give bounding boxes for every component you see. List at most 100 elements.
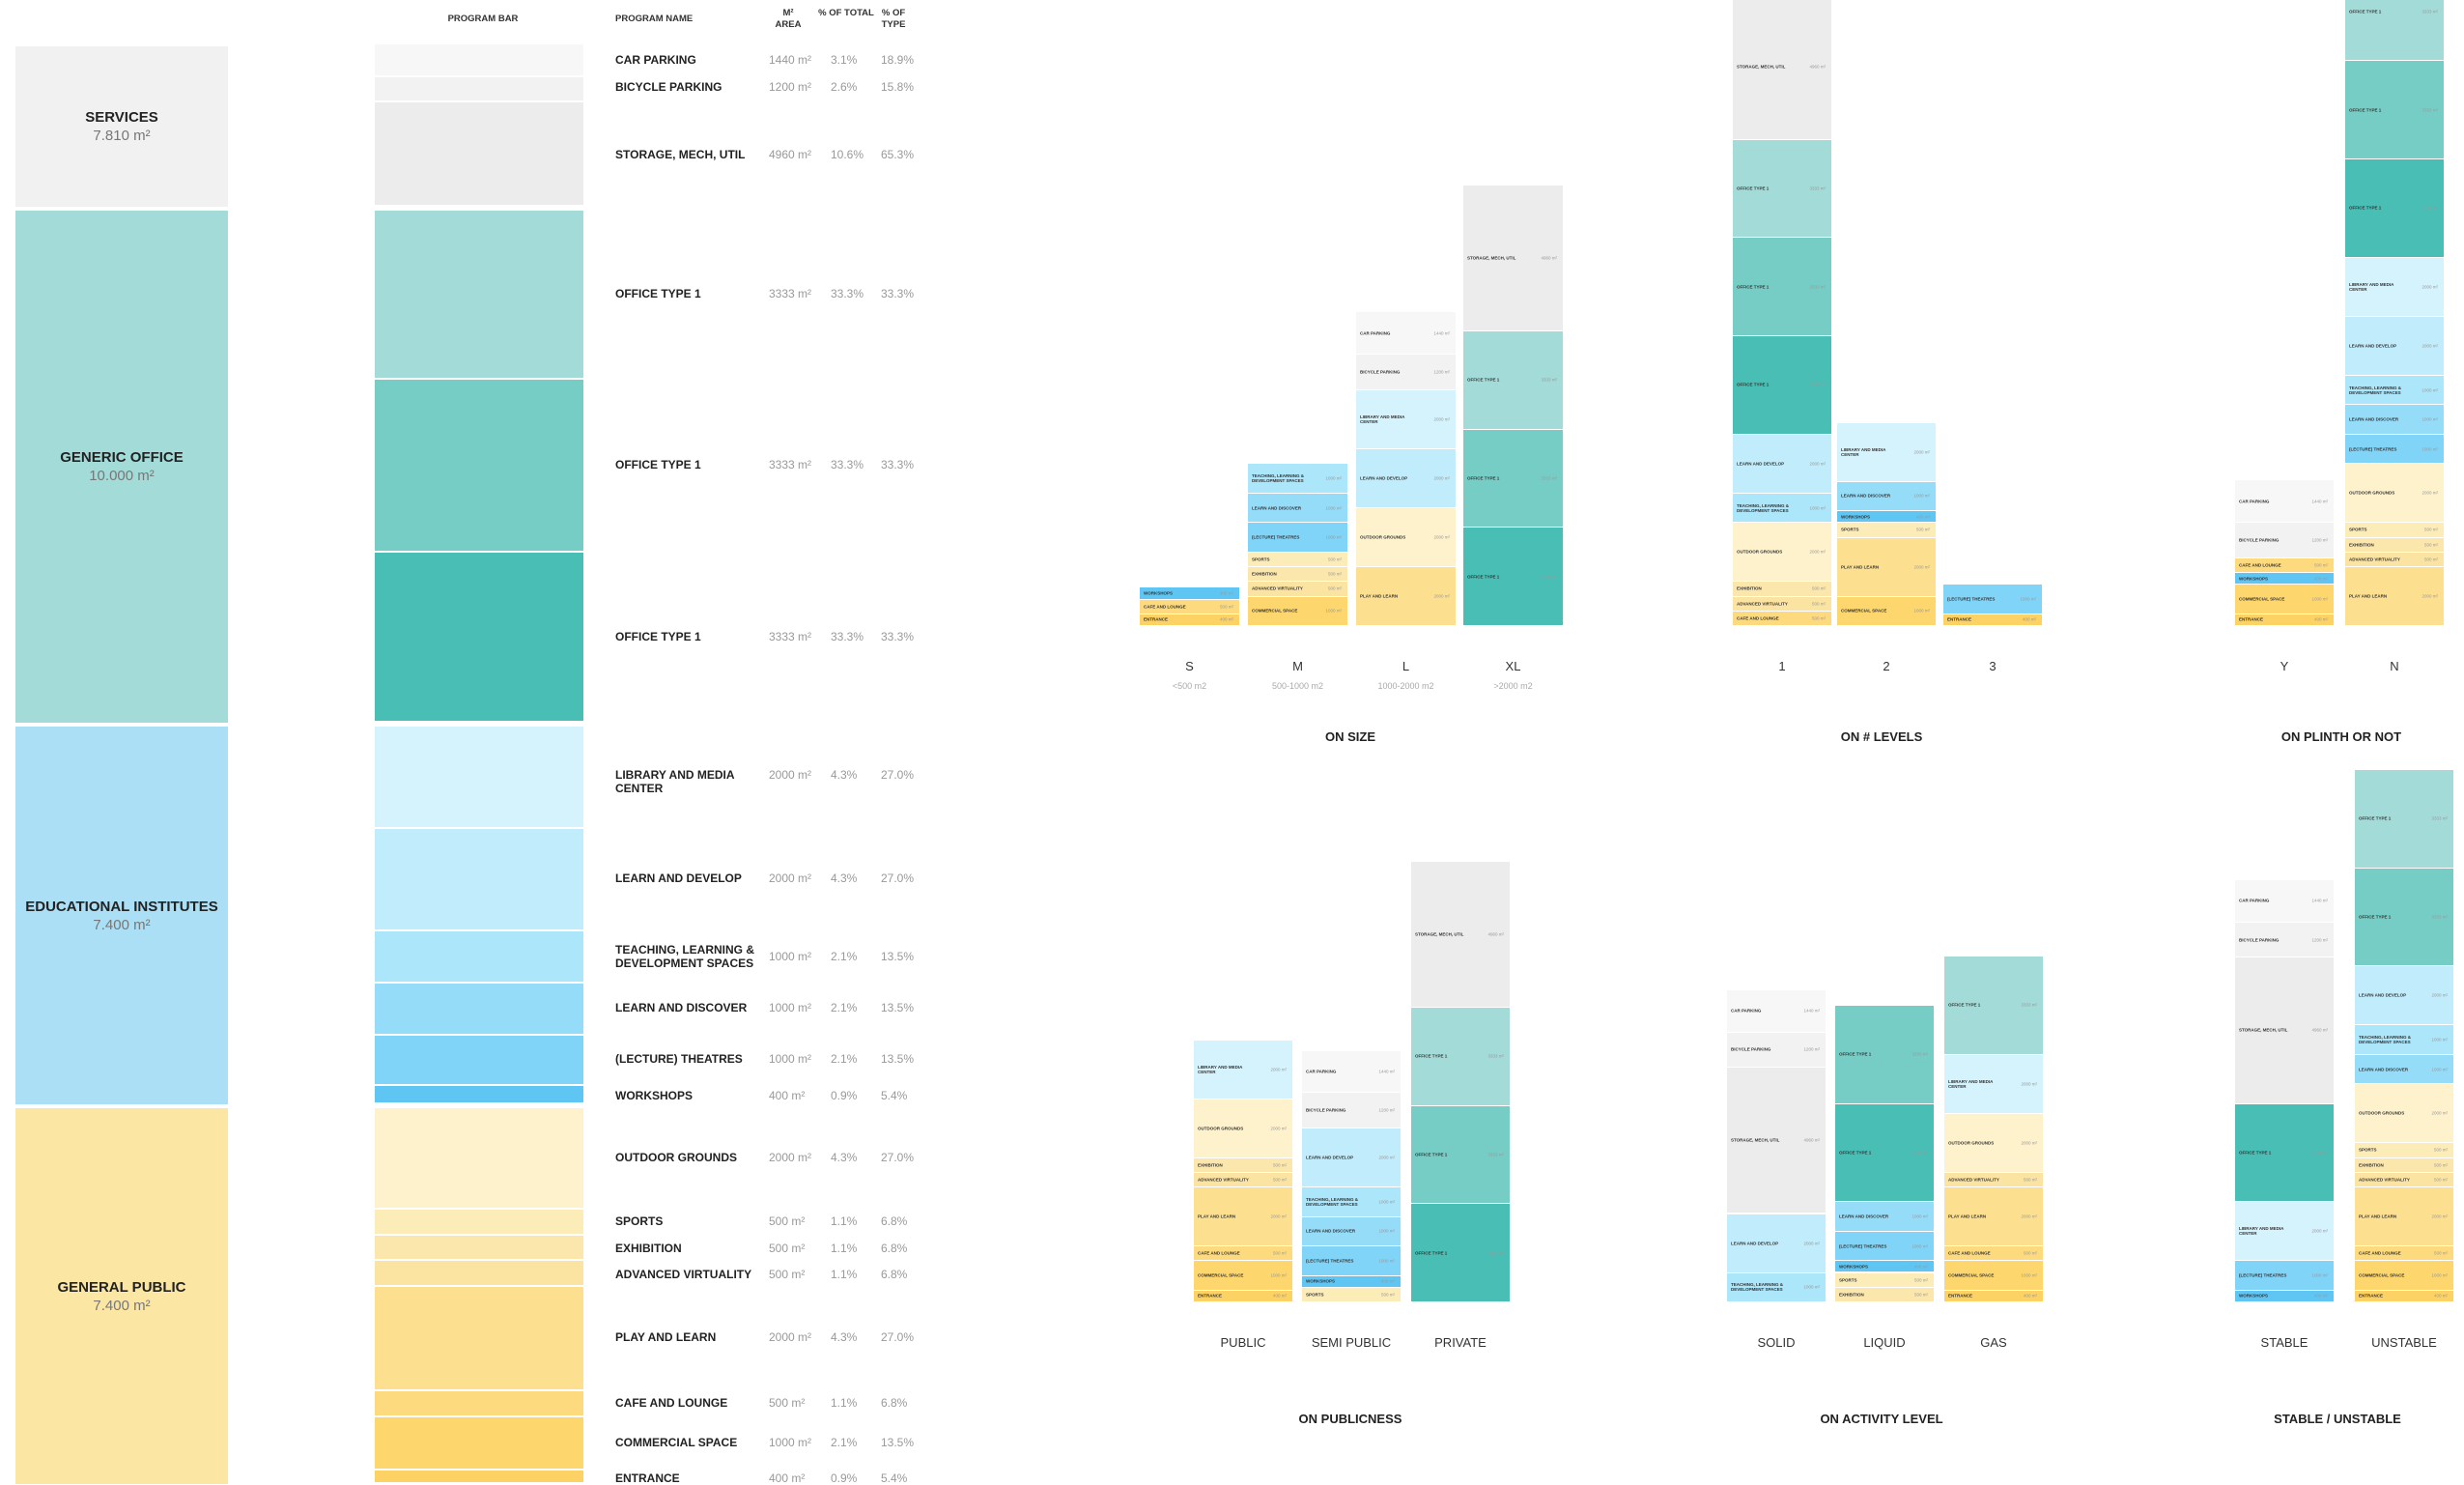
diagram-segment: EXHIBITION 500 m² xyxy=(1835,1287,1934,1302)
program-bar-segment xyxy=(375,1210,583,1234)
diagram-segment-area: 3333 m² xyxy=(2422,9,2438,14)
diagram-segment-area: 1000 m² xyxy=(2422,416,2438,422)
diagram-segment-label: TEACHING, LEARNING & DEVELOPMENT SPACES xyxy=(2349,385,2401,395)
program-bar-segment xyxy=(375,1036,583,1084)
diagram-segment: STORAGE, MECH, UTIL 4960 m² xyxy=(2235,957,2334,1104)
diagram-segment-label: CAFE AND LOUNGE xyxy=(1737,615,1779,621)
program-area: 2000 m² xyxy=(769,1151,812,1164)
diagram-segment: WORKSHOPS 400 m² xyxy=(1837,511,1936,524)
diagram-segment-area: 2000 m² xyxy=(1433,534,1450,540)
diagram-segment: CAR PARKING 1440 m² xyxy=(2235,480,2334,524)
diagram-segment-label: (LECTURE) THEATRES xyxy=(1306,1258,1354,1264)
diagram-segment-area: 3333 m² xyxy=(1809,382,1826,387)
diagram-segment: BICYCLE PARKING 1200 m² xyxy=(1356,355,1456,390)
diagram-segment: PLAY AND LEARN 2000 m² xyxy=(1356,567,1456,626)
diagram-segment: COMMERCIAL SPACE 1000 m² xyxy=(2235,585,2334,614)
diagram-segment: PLAY AND LEARN 2000 m² xyxy=(2355,1187,2453,1247)
diagram-segment-area: 400 m² xyxy=(1272,1293,1287,1299)
diagram-segment: LEARN AND DISCOVER 1000 m² xyxy=(2355,1054,2453,1085)
diagram-segment-area: 400 m² xyxy=(1219,616,1233,622)
program-pct-type: 33.3% xyxy=(881,458,915,471)
diagram-segment: STORAGE, MECH, UTIL 4960 m² xyxy=(1727,1068,1826,1214)
category-block: EDUCATIONAL INSTITUTES 7.400 m² xyxy=(15,727,228,1104)
diagram-segment: LIBRARY AND MEDIA CENTER 2000 m² xyxy=(1944,1054,2043,1114)
diagram-segment-label: OFFICE TYPE 1 xyxy=(1415,1250,1448,1256)
diagram-segment-area: 1200 m² xyxy=(1433,369,1450,375)
program-pct-type: 5.4% xyxy=(881,1471,908,1485)
diagram-segment: TEACHING, LEARNING & DEVELOPMENT SPACES 1… xyxy=(1302,1187,1401,1217)
program-pct-total: 4.3% xyxy=(831,1330,858,1344)
category-block: GENERIC OFFICE 10.000 m² xyxy=(15,211,228,723)
diagram-segment-label: EXHIBITION xyxy=(1198,1162,1223,1168)
diagram-segment-label: LEARN AND DISCOVER xyxy=(1841,493,1891,499)
diagram-segment-area: 4960 m² xyxy=(1809,64,1826,70)
program-name: OFFICE TYPE 1 xyxy=(615,630,701,643)
diagram-segment-area: 1000 m² xyxy=(2431,1067,2448,1072)
diagram-column-label: XL xyxy=(1505,659,1521,673)
program-name: CAFE AND LOUNGE xyxy=(615,1396,728,1410)
category-area: 10.000 m² xyxy=(89,468,155,484)
program-name: BICYCLE PARKING xyxy=(615,80,722,94)
diagram-segment: OUTDOOR GROUNDS 2000 m² xyxy=(2345,464,2444,524)
diagram-segment-label: CAFE AND LOUNGE xyxy=(1948,1250,1991,1256)
program-pct-total: 1.1% xyxy=(831,1268,858,1281)
diagram-segment-label: OFFICE TYPE 1 xyxy=(2349,9,2382,14)
diagram-segment-label: CAFE AND LOUNGE xyxy=(2359,1250,2401,1256)
diagram-segment-label: OFFICE TYPE 1 xyxy=(1737,382,1770,387)
diagram-segment: OFFICE TYPE 1 3333 m² xyxy=(1733,238,1831,337)
diagram-segment-label: WORKSHOPS xyxy=(2239,576,2269,582)
diagram-segment-label: STORAGE, MECH, UTIL xyxy=(1731,1137,1780,1143)
diagram-segment: OFFICE TYPE 1 3333 m² xyxy=(1463,331,1563,430)
program-bar-segment xyxy=(375,211,583,378)
diagram-segment-area: 3333 m² xyxy=(1541,574,1557,580)
diagram-segment: LIBRARY AND MEDIA CENTER 2000 m² xyxy=(1194,1040,1292,1099)
program-name: CAR PARKING xyxy=(615,53,696,67)
diagram-segment-area: 1000 m² xyxy=(2021,1272,2037,1278)
diagram-segment: OFFICE TYPE 1 3333 m² xyxy=(1411,1008,1510,1106)
diagram-segment-area: 1440 m² xyxy=(2311,499,2328,504)
diagram-segment: CAFE AND LOUNGE 500 m² xyxy=(1733,611,1831,626)
diagram-segment-area: 1440 m² xyxy=(1378,1069,1395,1074)
category-name: EDUCATIONAL INSTITUTES xyxy=(25,898,218,915)
diagram-segment-label: ADVANCED VIRTUALITY xyxy=(1198,1177,1249,1183)
diagram-segment: OFFICE TYPE 1 3333 m² xyxy=(2345,61,2444,160)
diagram-segment-area: 2000 m² xyxy=(2311,1228,2328,1234)
diagram-segment-area: 4960 m² xyxy=(1803,1137,1820,1143)
diagram-segment-label: (LECTURE) THEATRES xyxy=(1947,596,1996,602)
diagram-segment-area: 500 m² xyxy=(1811,601,1826,607)
diagram-segment: LEARN AND DEVELOP 2000 m² xyxy=(2345,316,2444,376)
diagram-segment-label: LEARN AND DEVELOP xyxy=(2359,992,2407,998)
diagram-segment-area: 400 m² xyxy=(1915,514,1930,520)
diagram-segment-area: 2000 m² xyxy=(1803,1241,1820,1245)
program-area: 1440 m² xyxy=(769,53,812,67)
diagram-title: STABLE / UNSTABLE xyxy=(2274,1412,2401,1426)
diagram-segment: OFFICE TYPE 1 3333 m² xyxy=(2355,868,2453,967)
diagram-segment: BICYCLE PARKING 1200 m² xyxy=(1727,1032,1826,1069)
diagram-segment: (LECTURE) THEATRES 1000 m² xyxy=(1943,585,2042,614)
diagram-segment-area: 1000 m² xyxy=(1325,534,1342,540)
diagram-segment-area: 500 m² xyxy=(1327,585,1342,591)
diagram-segment: CAR PARKING 1440 m² xyxy=(2235,879,2334,923)
diagram-segment-area: 3333 m² xyxy=(1487,1250,1504,1256)
diagram-segment-label: (LECTURE) THEATRES xyxy=(2349,446,2397,451)
diagram-column-label: GAS xyxy=(1980,1335,2007,1350)
diagram-segment-area: 400 m² xyxy=(1380,1278,1395,1284)
diagram-segment-area: 2000 m² xyxy=(2422,593,2438,599)
program-area: 1000 m² xyxy=(769,1001,812,1014)
diagram-segment-area: 500 m² xyxy=(2423,527,2438,532)
diagram-column-label: PUBLIC xyxy=(1220,1335,1266,1350)
program-area: 3333 m² xyxy=(769,287,812,300)
diagram-segment-area: 400 m² xyxy=(2313,576,2328,582)
diagram-segment-label: PLAY AND LEARN xyxy=(2349,593,2388,599)
program-pct-total: 0.9% xyxy=(831,1471,858,1485)
diagram-segment-label: CAR PARKING xyxy=(1731,1008,1762,1014)
diagram-column-label: S xyxy=(1185,659,1194,673)
diagram-segment-label: ADVANCED VIRTUALITY xyxy=(1252,585,1303,591)
diagram-segment-area: 500 m² xyxy=(1811,615,1826,621)
diagram-segment: BICYCLE PARKING 1200 m² xyxy=(1302,1093,1401,1129)
diagram-segment: WORKSHOPS 400 m² xyxy=(1140,587,1239,600)
program-bar-segment xyxy=(375,1417,583,1469)
diagram-segment: CAR PARKING 1440 m² xyxy=(1727,989,1826,1033)
diagram-segment-label: EXHIBITION xyxy=(1839,1292,1864,1298)
diagram-segment-label: LIBRARY AND MEDIA CENTER xyxy=(1198,1064,1243,1074)
